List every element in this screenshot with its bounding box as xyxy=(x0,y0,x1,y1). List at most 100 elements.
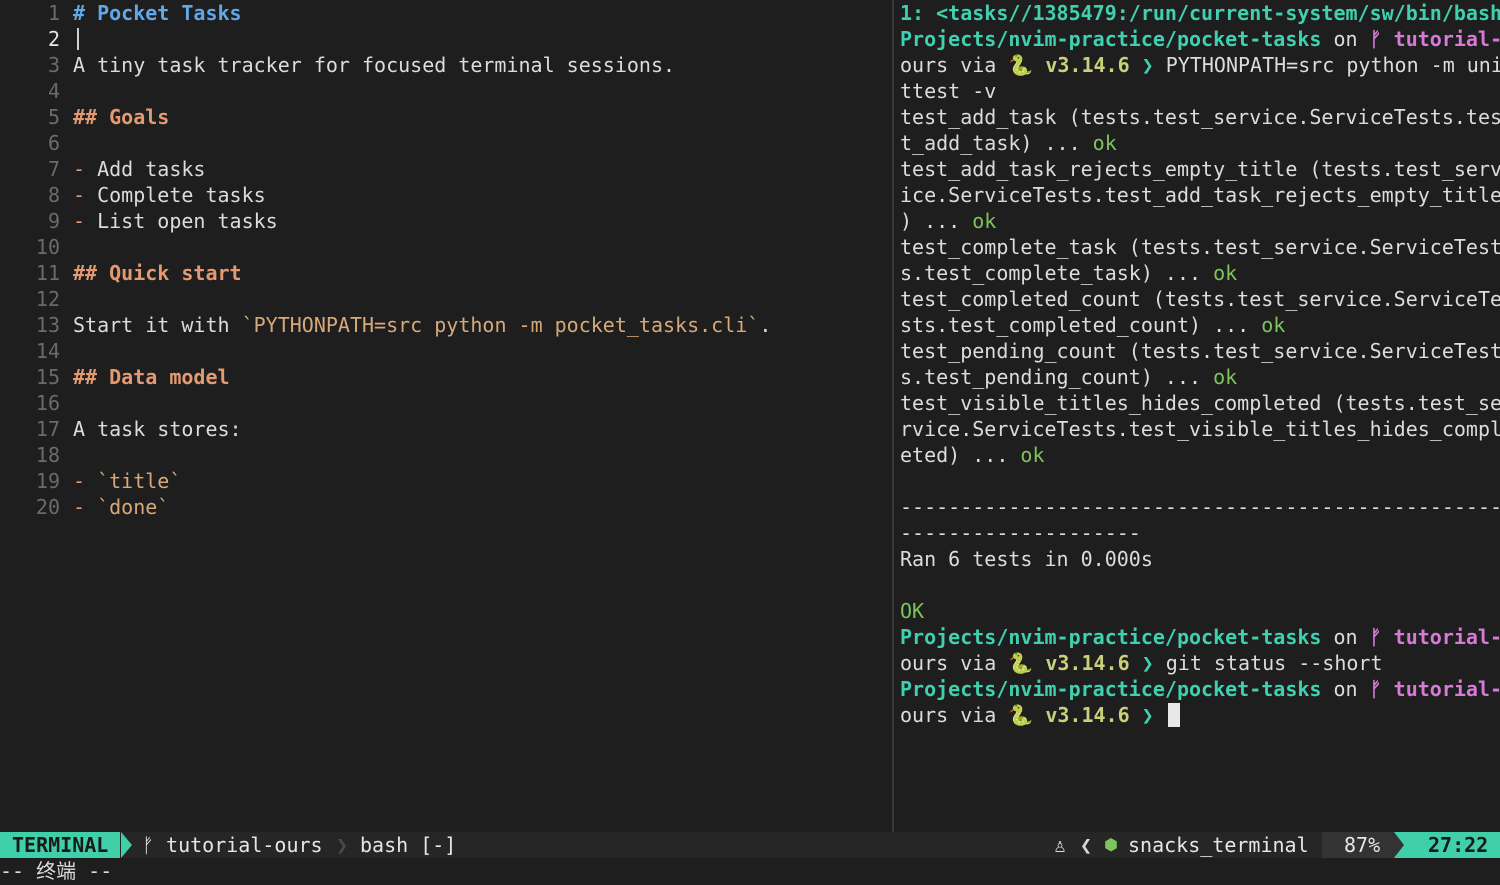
line-text: - Complete tasks xyxy=(73,182,266,208)
line-number: 9 xyxy=(47,209,60,233)
command-line[interactable]: -- 终端 -- xyxy=(0,858,1500,885)
line-text: - Add tasks xyxy=(73,156,205,182)
terminal-segment: ok xyxy=(1213,365,1238,389)
line-number: 12 xyxy=(35,287,60,311)
editor-line[interactable]: 6 xyxy=(0,130,892,156)
terminal-segment: ----------------------------------------… xyxy=(900,495,1500,519)
terminal-segment: ok xyxy=(1213,261,1238,285)
git-branch-label: tutorial-ours xyxy=(166,833,323,857)
line-text: A task stores: xyxy=(73,416,242,442)
line-number: 11 xyxy=(35,261,60,285)
position-separator xyxy=(1394,832,1404,858)
terminal-line: -------------------- xyxy=(900,520,1141,546)
editor-line[interactable]: 11 ## Quick start xyxy=(0,260,892,286)
terminal-segment: git status --short xyxy=(1153,651,1383,675)
terminal-line: ice.ServiceTests.test_add_task_rejects_e… xyxy=(900,182,1500,208)
terminal-line: ours via 🐍 v3.14.6 ❯ git status --short xyxy=(900,650,1382,676)
text-segment: ## Goals xyxy=(73,105,170,129)
line-number: 5 xyxy=(47,105,60,129)
terminal-segment: 🐍 v3.14.6 xyxy=(1008,651,1142,675)
editor-line[interactable]: 1 # Pocket Tasks xyxy=(0,0,892,26)
text-segment: List open tasks xyxy=(85,209,278,233)
line-text: - `title` xyxy=(73,468,181,494)
statusline-separator-icon: ❯ xyxy=(336,833,349,857)
terminal-line: Projects/nvim-practice/pocket-tasks on ᚠ… xyxy=(900,26,1500,52)
terminal-segment: ok xyxy=(1020,443,1045,467)
terminal-segment: ᚠ tutorial- xyxy=(1369,27,1500,51)
git-branch-icon: ᚠ xyxy=(142,833,154,857)
text-segment: A task stores: xyxy=(73,417,242,441)
terminal-segment: 🐍 v3.14.6 xyxy=(1008,703,1142,727)
editor-line[interactable]: 7- Add tasks xyxy=(0,156,892,182)
terminal-segment: ❯ xyxy=(1141,53,1154,77)
editor-line[interactable]: 4 xyxy=(0,78,892,104)
editor-line[interactable]: 10 xyxy=(0,234,892,260)
line-text: ## Data model xyxy=(73,364,230,390)
terminal-segment: test_add_task (tests.test_service.Servic… xyxy=(900,105,1500,129)
terminal-segment: on xyxy=(1321,625,1370,649)
terminal-segment: on xyxy=(1321,677,1370,701)
terminal-segment: test_pending_count (tests.test_service.S… xyxy=(900,339,1500,363)
terminal-segment: ok xyxy=(1092,131,1117,155)
editor-line[interactable]: 8 - Complete tasks xyxy=(0,182,892,208)
editor-line[interactable]: 14 xyxy=(0,338,892,364)
terminal-segment: test_completed_count (tests.test_service… xyxy=(900,287,1500,311)
editor-line[interactable]: 20- `done` xyxy=(0,494,892,520)
terminal-line: Ran 6 tests in 0.000s xyxy=(900,546,1153,572)
text-segment: ## Data model xyxy=(73,365,230,389)
terminal-segment: ice.ServiceTests.test_add_task_rejects_e… xyxy=(900,183,1500,207)
lsp-icon: ♙ xyxy=(1054,833,1067,857)
editor-line[interactable]: 15 ## Data model xyxy=(0,364,892,390)
terminal-segment: ᚠ tutorial- xyxy=(1369,625,1500,649)
text-segment: ## Quick start xyxy=(73,261,242,285)
mode-indicator: TERMINAL xyxy=(0,832,121,858)
line-number: 8 xyxy=(47,183,60,207)
terminal-line: 1: <tasks//1385479:/run/current-system/s… xyxy=(900,0,1500,26)
scroll-percent: 87% xyxy=(1344,833,1381,857)
editor-line[interactable]: 12 xyxy=(0,286,892,312)
terminal-segment: on xyxy=(1321,27,1370,51)
terminal-line: rvice.ServiceTests.test_visible_titles_h… xyxy=(900,416,1500,442)
terminal-line: test_complete_task (tests.test_service.S… xyxy=(900,234,1500,260)
terminal-line: t_add_task) ... ok xyxy=(900,130,1117,156)
terminal-line: ttest -v xyxy=(900,78,996,104)
line-text: # Pocket Tasks xyxy=(73,0,242,26)
text-segment: Start it with xyxy=(73,313,242,337)
line-text: - `done` xyxy=(73,494,169,520)
editor-line[interactable]: 9- List open tasks xyxy=(0,208,892,234)
text-segment: Add tasks xyxy=(85,157,206,181)
text-segment xyxy=(85,495,97,519)
filetype-icon: ⬢ xyxy=(1104,835,1118,854)
editor-line[interactable]: 3 A tiny task tracker for focused termina… xyxy=(0,52,892,78)
line-text: Start it with `PYTHONPATH=src python -m … xyxy=(73,312,771,338)
terminal-segment: -------------------- xyxy=(900,521,1141,545)
editor-line[interactable]: 19 - `title` xyxy=(0,468,892,494)
line-number: 19 xyxy=(35,469,60,493)
terminal-segment: test_complete_task (tests.test_service.S… xyxy=(900,235,1500,259)
terminal-segment: ) ... xyxy=(900,209,973,233)
line-number: 13 xyxy=(35,313,60,337)
text-segment: Complete tasks xyxy=(85,183,266,207)
mode-separator xyxy=(121,832,132,858)
terminal-segment: PYTHONPATH=src python -m uni xyxy=(1153,53,1500,77)
terminal-pane[interactable]: 1: <tasks//1385479:/run/current-system/s… xyxy=(894,0,1500,832)
editor-line[interactable]: 2 xyxy=(0,26,892,52)
statusline-chevron-icon: ❮ xyxy=(1080,833,1093,857)
terminal-segment: ttest -v xyxy=(900,79,997,103)
terminal-line: test_add_task_rejects_empty_title (tests… xyxy=(900,156,1500,182)
terminal-line: Projects/nvim-practice/pocket-tasks on ᚠ… xyxy=(900,676,1500,702)
editor-line[interactable]: 13 Start it with `PYTHONPATH=src python -… xyxy=(0,312,892,338)
line-text: ## Goals xyxy=(73,104,169,130)
editor-pane[interactable]: 1 # Pocket Tasks 2 3 A tiny task tracker for… xyxy=(0,0,892,832)
editor-line[interactable]: 5 ## Goals xyxy=(0,104,892,130)
text-segment: `title` xyxy=(97,469,182,493)
editor-line[interactable]: 18 xyxy=(0,442,892,468)
terminal-segment: ours via xyxy=(900,703,1009,727)
editor-line[interactable]: 16 xyxy=(0,390,892,416)
text-segment: `done` xyxy=(97,495,170,519)
terminal-segment: Projects/nvim-practice/pocket-tasks xyxy=(900,677,1322,701)
git-branch: ᚠ tutorial-ours xyxy=(142,832,323,858)
statusline: TERMINAL ᚠ tutorial-ours ❯ bash [-] ♙ ❮ … xyxy=(0,832,1500,858)
terminal-segment: sts.test_completed_count) ... xyxy=(900,313,1262,337)
editor-line[interactable]: 17 A task stores: xyxy=(0,416,892,442)
